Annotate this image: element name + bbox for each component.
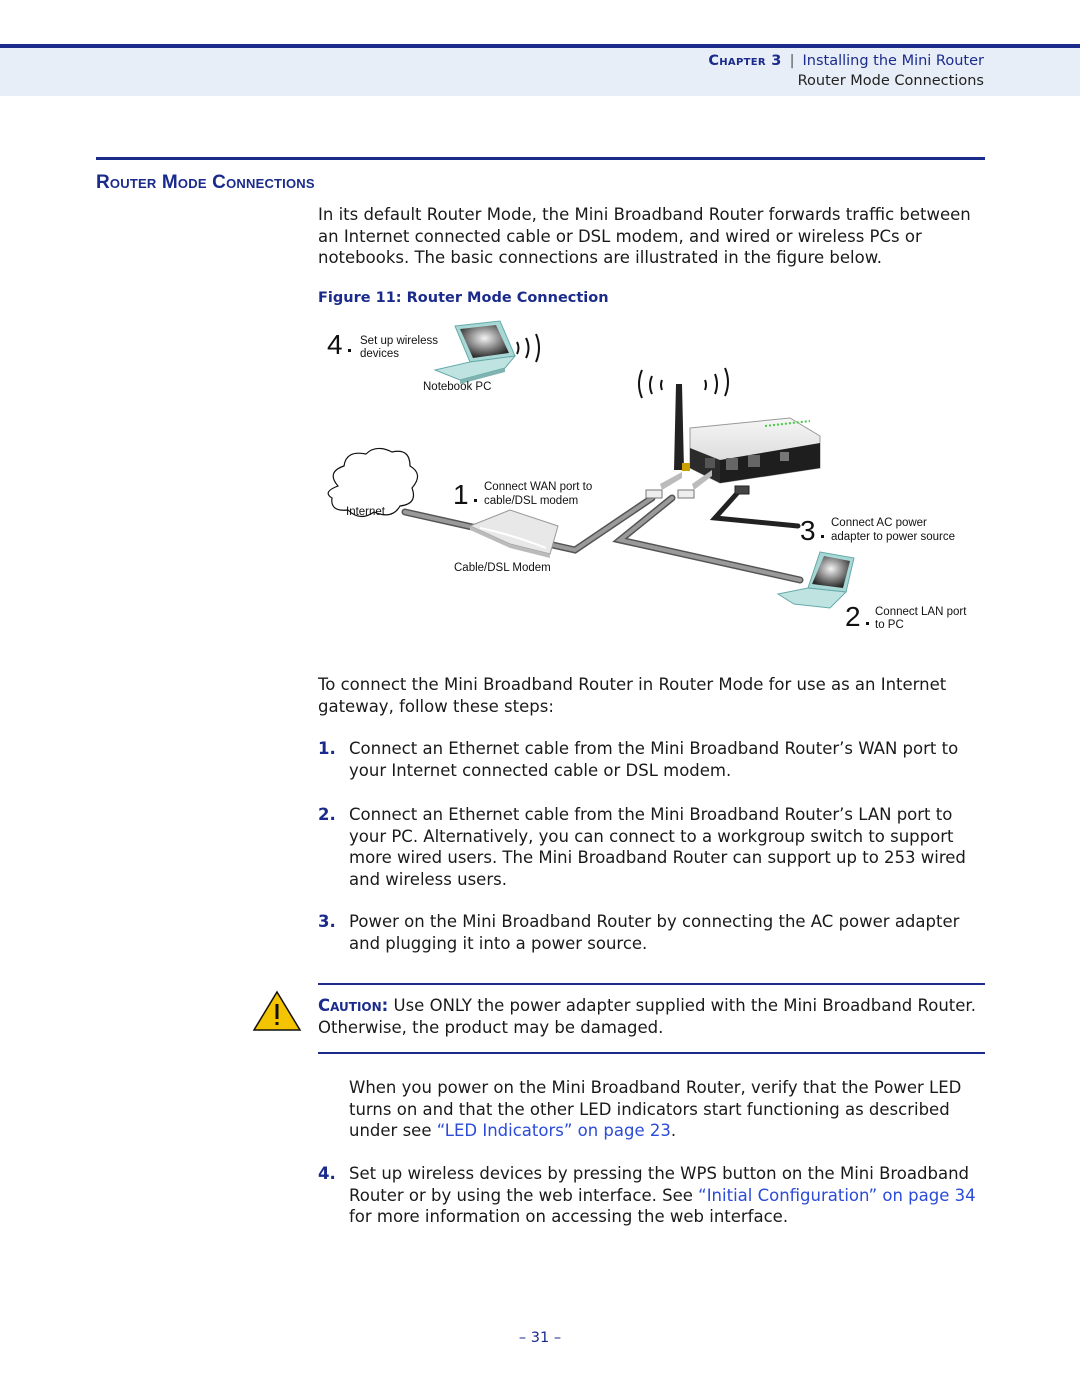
section-title: Router Mode Connections <box>96 172 315 193</box>
callout-2: 2 Connect LAN port to PC <box>845 601 967 632</box>
figure-caption: Figure 11: Router Mode Connection <box>318 290 609 306</box>
step-item: 1. Connect an Ethernet cable from the Mi… <box>318 738 988 781</box>
step-text: Connect an Ethernet cable from the Mini … <box>349 805 966 889</box>
step-number: 4. <box>318 1164 336 1183</box>
callout-line: cable/DSL modem <box>484 495 578 507</box>
callout-number: 3 <box>800 515 816 546</box>
caution-rule-top <box>318 983 985 985</box>
chapter-label: Chapter 3 <box>708 53 782 69</box>
wifi-waves-icon <box>516 333 540 363</box>
power-note-end: . <box>670 1121 677 1140</box>
intro-paragraph: In its default Router Mode, the Mini Bro… <box>318 205 971 267</box>
callout-line: Set up wireless <box>360 335 438 347</box>
notebook-pc-image <box>433 320 517 384</box>
header-separator: | <box>789 53 795 69</box>
callout-line: devices <box>360 348 399 360</box>
caution-label: Caution: <box>318 996 389 1015</box>
cable-modem-image <box>468 509 559 558</box>
caution-rule-bottom <box>318 1052 985 1054</box>
callout-3: 3 Connect AC power adapter to power sour… <box>800 515 955 546</box>
callout-line: to PC <box>875 619 904 631</box>
router-wifi-icon <box>638 367 729 399</box>
callout-line: adapter to power source <box>831 531 955 543</box>
step-number: 2. <box>318 805 336 824</box>
internet-cloud-icon: Internet <box>327 447 419 518</box>
cable-modem-label: Cable/DSL Modem <box>454 562 551 574</box>
callout-number: 2 <box>845 601 861 632</box>
notebook-pc-label: Notebook PC <box>423 381 491 393</box>
section-rule <box>96 157 985 160</box>
running-header-section: Router Mode Connections <box>797 73 984 89</box>
chapter-title: Installing the Mini Router <box>802 53 984 69</box>
step-item: 3. Power on the Mini Broadband Router by… <box>318 911 988 954</box>
callout-line: Connect AC power <box>831 517 927 529</box>
callout-line: Connect WAN port to <box>484 481 592 493</box>
router-image <box>674 384 821 484</box>
warning-icon <box>252 990 302 1032</box>
callout-1: 1 Connect WAN port to cable/DSL modem <box>453 479 592 510</box>
caution-text: Use ONLY the power adapter supplied with… <box>318 996 976 1037</box>
step-text: Set up wireless devices by pressing the … <box>349 1163 988 1228</box>
caution-note: Caution: Use ONLY the power adapter supp… <box>318 995 988 1038</box>
step-text: Connect an Ethernet cable from the Mini … <box>349 739 959 780</box>
callout-line: Connect LAN port <box>875 606 967 618</box>
initial-configuration-link[interactable]: “Initial Configuration” on page 34 <box>698 1186 976 1205</box>
internet-label: Internet <box>346 506 386 518</box>
step-text: Power on the Mini Broadband Router by co… <box>349 912 960 953</box>
led-indicators-link[interactable]: “LED Indicators” on page 23 <box>437 1121 671 1140</box>
running-header-chapter: Chapter 3 | Installing the Mini Router <box>708 53 984 69</box>
step-item: 4. Set up wireless devices by pressing t… <box>318 1163 988 1228</box>
step4-text-end: for more information on accessing the we… <box>349 1207 789 1226</box>
router-mode-figure: 4 Set up wireless devices Notebook PC In… <box>310 318 990 648</box>
step-item: 2. Connect an Ethernet cable from the Mi… <box>318 804 988 890</box>
step-number: 1. <box>318 739 336 758</box>
power-note: When you power on the Mini Broadband Rou… <box>349 1077 989 1142</box>
step-number: 3. <box>318 912 336 931</box>
callout-number: 4 <box>327 329 343 360</box>
steps-intro: To connect the Mini Broadband Router in … <box>318 675 947 716</box>
callout-4: 4 Set up wireless devices <box>327 329 438 360</box>
callout-number: 1 <box>453 479 469 510</box>
page-number: – 31 – <box>518 1330 562 1346</box>
